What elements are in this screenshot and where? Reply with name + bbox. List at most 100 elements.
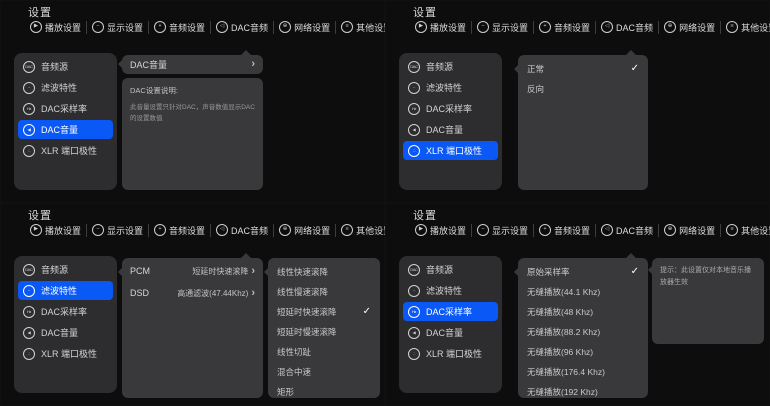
filter-option[interactable]: 线性切趾 xyxy=(268,342,380,362)
tab-label: 音频设置 xyxy=(169,22,206,33)
audio-source-icon: DAC xyxy=(408,263,420,276)
tab-other-settings[interactable]: ≡其他设置 xyxy=(722,224,770,237)
sample-rate-option[interactable]: 无缝播放(88.2 Khz) xyxy=(518,322,648,342)
option-inverted[interactable]: 反向 xyxy=(518,79,648,99)
filter-option[interactable]: 混合中速 xyxy=(268,362,380,382)
chevron-right-icon: › xyxy=(251,58,255,70)
filter-option[interactable]: 线性慢速滚降 xyxy=(268,282,380,302)
tab-label: 其他设置 xyxy=(741,225,770,236)
tab-label: 播放设置 xyxy=(45,225,82,236)
sidebar-item-dac-sample-rate[interactable]: Hz DAC采样率 xyxy=(18,99,113,118)
sidebar-item-xlr-polarity[interactable]: ∴ XLR 端口极性 xyxy=(18,344,113,363)
tab-playback-settings[interactable]: ▶ 播放设置 xyxy=(26,21,85,34)
sidebar-item-dac-volume[interactable]: ◀ DAC音量 xyxy=(403,120,498,139)
tab-network-settings[interactable]: ⊕ 网络设置 xyxy=(660,21,719,34)
filter-option[interactable]: 线性快速滚降 xyxy=(268,262,380,282)
sidebar-item-label: XLR 端口极性 xyxy=(426,146,483,156)
tab-audio-settings[interactable]: + 音频设置 xyxy=(535,21,594,34)
tab-label: 音频设置 xyxy=(554,22,591,33)
tab-display-settings[interactable]: − 显示设置 xyxy=(473,21,532,34)
tab-divider xyxy=(720,20,722,34)
dac-volume-row[interactable]: DAC音量 › xyxy=(118,50,263,74)
tab-network-settings[interactable]: ⊕ 网络设置 xyxy=(660,224,719,237)
sidebar-item-dac-volume[interactable]: ◀ DAC音量 xyxy=(403,323,498,342)
option-label: 反向 xyxy=(527,84,545,94)
sample-rate-option[interactable]: 无缝播放(48 Khz) xyxy=(518,302,648,322)
tab-playback-settings[interactable]: ▶ 播放设置 xyxy=(411,224,470,237)
sidebar-item-dac-sample-rate[interactable]: Hz DAC采样率 xyxy=(403,99,498,118)
sidebar-item-audio-source[interactable]: DAC 音频源 xyxy=(18,57,113,76)
tab-audio-settings[interactable]: + 音频设置 xyxy=(535,224,594,237)
sample-rate-option[interactable]: 无缝播放(44.1 Khz) xyxy=(518,282,648,302)
pointer-notch xyxy=(118,60,122,68)
tab-display-settings[interactable]: − 显示设置 xyxy=(473,224,532,237)
display-icon: − xyxy=(477,224,490,236)
sample-rate-option[interactable]: 无缝播放(96 Khz) xyxy=(518,342,648,362)
sidebar-item-audio-source[interactable]: DAC 音频源 xyxy=(403,57,498,76)
tab-other-settings[interactable]: ≡其他设置 xyxy=(722,21,770,34)
tab-audio-settings[interactable]: + 音频设置 xyxy=(150,224,209,237)
settings-tabbar: ▶播放设置 −显示设置 +音频设置 ◁DAC音频 ⊕网络设置 ≡其他设置 xyxy=(411,16,770,38)
sidebar-item-filter-characteristics[interactable]: ~ 滤波特性 xyxy=(403,281,498,300)
audio-source-icon: DAC xyxy=(408,60,420,73)
pointer-notch xyxy=(514,65,518,73)
pointer-notch xyxy=(626,253,636,258)
sample-rate-option[interactable]: 无缝播放(176.4 Khz) xyxy=(518,362,648,382)
sidebar-item-filter-characteristics[interactable]: ~ 滤波特性 xyxy=(403,78,498,97)
sidebar-item-xlr-polarity[interactable]: ∴ XLR 端口极性 xyxy=(403,141,498,160)
tab-dac-audio[interactable]: ◁ DAC音频 xyxy=(212,224,272,237)
sidebar-item-label: DAC采样率 xyxy=(41,104,88,114)
sidebar-item-dac-sample-rate[interactable]: Hz DAC采样率 xyxy=(403,302,498,321)
sidebar-item-audio-source[interactable]: DAC 音频源 xyxy=(403,260,498,279)
option-label: 无缝播放(48 Khz) xyxy=(527,307,594,317)
tab-divider xyxy=(273,20,275,34)
sidebar-item-xlr-polarity[interactable]: ∴ XLR 端口极性 xyxy=(18,141,113,160)
dsd-filter-row[interactable]: DSD 高通滤波(47.44Khz) › xyxy=(122,282,263,304)
sidebar-item-label: 滤波特性 xyxy=(41,83,78,93)
audio-source-icon: DAC xyxy=(23,263,35,276)
tab-divider xyxy=(658,20,660,34)
tab-network-settings[interactable]: ⊕ 网络设置 xyxy=(275,224,334,237)
sidebar-item-filter-characteristics[interactable]: ~ 滤波特性 xyxy=(18,78,113,97)
play-icon: ▶ xyxy=(30,224,42,236)
xlr-icon: ∴ xyxy=(408,347,420,360)
tab-label: DAC音频 xyxy=(616,22,654,33)
filter-option[interactable]: 短延时快速滚降 ✓ xyxy=(268,302,380,322)
sidebar-item-dac-volume[interactable]: ◀ DAC音量 xyxy=(18,323,113,342)
sidebar-item-xlr-polarity[interactable]: ∴ XLR 端口极性 xyxy=(403,344,498,363)
tab-label: 显示设置 xyxy=(492,22,529,33)
sample-rate-option[interactable]: 无缝播放(192 Khz) xyxy=(518,382,648,402)
option-label: 无缝播放(88.2 Khz) xyxy=(527,327,601,337)
dac-audio-icon: ◁ xyxy=(601,21,614,33)
screen-filter-characteristics: 设置 ▶ 播放设置 − 显示设置 + 音频设置 ◁ DAC音频 ⊕ 网络设置 ≡ 其他设置 … xyxy=(0,203,392,406)
row-value: 短延时快速滚降 xyxy=(192,266,249,276)
network-icon: ⊕ xyxy=(279,224,292,236)
tab-dac-audio[interactable]: ◁ DAC音频 xyxy=(597,224,657,237)
sidebar-item-label: DAC采样率 xyxy=(41,307,88,317)
tab-divider xyxy=(210,20,212,34)
tab-display-settings[interactable]: − 显示设置 xyxy=(88,21,147,34)
tab-dac-audio[interactable]: ◁ DAC音频 xyxy=(212,21,272,34)
sidebar-item-filter-characteristics[interactable]: ~ 滤波特性 xyxy=(18,281,113,300)
filter-option[interactable]: 短延时慢速滚降 xyxy=(268,322,380,342)
sidebar-item-label: DAC音量 xyxy=(41,125,79,135)
description-title: DAC设置说明: xyxy=(130,86,178,95)
row-value: 高通滤波(47.44Khz) xyxy=(177,288,249,298)
sidebar-item-dac-sample-rate[interactable]: Hz DAC采样率 xyxy=(18,302,113,321)
sample-rate-option[interactable]: 原始采样率 ✓ xyxy=(518,262,648,282)
tab-dac-audio[interactable]: ◁ DAC音频 xyxy=(597,21,657,34)
option-normal[interactable]: 正常 ✓ xyxy=(518,59,648,79)
tab-playback-settings[interactable]: ▶ 播放设置 xyxy=(411,21,470,34)
sidebar-item-dac-volume[interactable]: ◀ DAC音量 xyxy=(18,120,113,139)
option-label: 原始采样率 xyxy=(527,267,570,277)
row-label: DAC音量 xyxy=(130,60,168,70)
network-icon: ⊕ xyxy=(664,224,677,236)
tab-playback-settings[interactable]: ▶ 播放设置 xyxy=(26,224,85,237)
sidebar-item-audio-source[interactable]: DAC 音频源 xyxy=(18,260,113,279)
pcm-filter-row[interactable]: PCM 短延时快速滚降 › xyxy=(122,260,263,282)
option-label: 无缝播放(176.4 Khz) xyxy=(527,367,605,377)
tab-display-settings[interactable]: − 显示设置 xyxy=(88,224,147,237)
filter-option[interactable]: 矩形 xyxy=(268,382,380,402)
tab-audio-settings[interactable]: + 音频设置 xyxy=(150,21,209,34)
tab-network-settings[interactable]: ⊕ 网络设置 xyxy=(275,21,334,34)
